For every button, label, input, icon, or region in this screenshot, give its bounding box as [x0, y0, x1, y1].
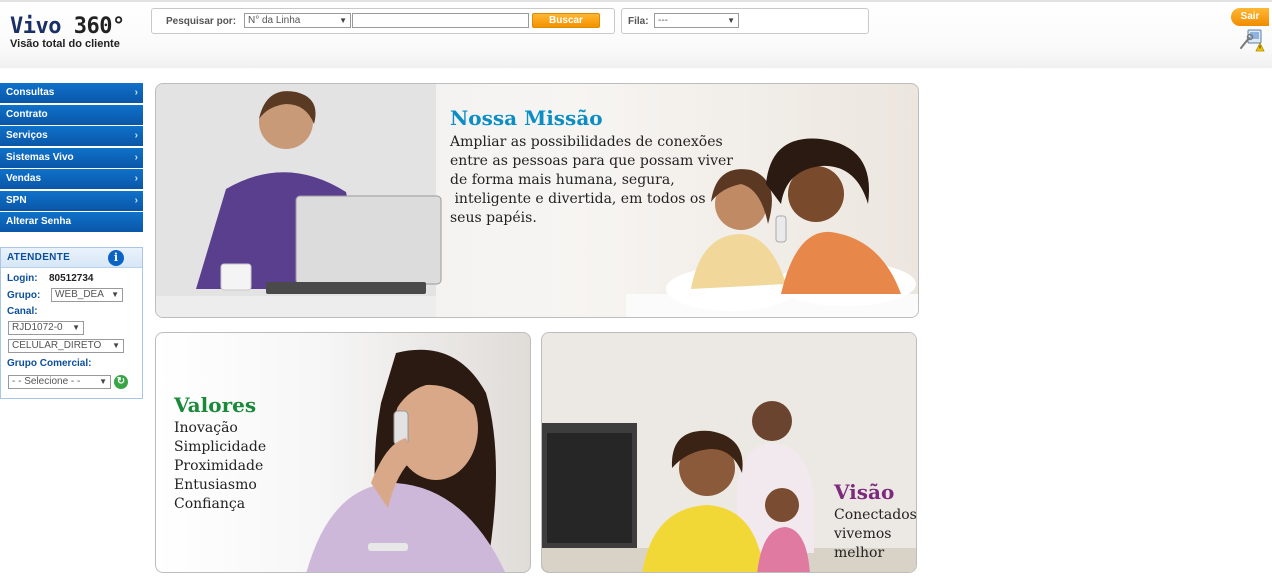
queue-select[interactable]: --- ▼ [654, 13, 739, 28]
values-item: Entusiasmo [174, 477, 257, 493]
commercial-group-value: - - Selecione - - [12, 376, 81, 387]
mission-line: entre as pessoas para que possam viver [450, 153, 733, 169]
info-icon[interactable]: i [108, 250, 124, 266]
chevron-right-icon: › [134, 151, 138, 163]
chevron-down-icon: ▼ [112, 341, 120, 350]
values-item: Confiança [174, 496, 246, 512]
channel-type-select[interactable]: CELULAR_DIRETO ▼ [8, 339, 124, 353]
login-label: Login: [7, 273, 38, 284]
sidebar-item-contrato[interactable]: Contrato [0, 104, 143, 125]
search-label: Pesquisar por: [166, 16, 237, 27]
brand-number: 360° [73, 14, 125, 39]
values-item: Proximidade [174, 458, 264, 474]
mission-text: Ampliar as possibilidades de conexões en… [450, 133, 750, 228]
group-label: Grupo: [7, 290, 41, 301]
sidebar-item-servicos[interactable]: Serviços › [0, 126, 143, 146]
sidebar-item-label: SPN [6, 194, 27, 206]
sidebar-item-label: Consultas [6, 87, 55, 98]
sidebar-item-vendas[interactable]: Vendas › [0, 169, 143, 189]
sidebar-item-label: Serviços [6, 130, 48, 141]
queue-bar: Fila: --- ▼ [621, 8, 869, 34]
channel-code-value: RJD1072-0 [12, 322, 63, 333]
sidebar-item-label: Vendas [6, 173, 42, 184]
page: Vivo 360° Visão total do cliente Pesquis… [0, 0, 1272, 583]
chevron-down-icon: ▼ [111, 290, 119, 299]
sidebar-item-sistemas-vivo[interactable]: Sistemas Vivo › [0, 147, 143, 168]
brand-word: Vivo [10, 14, 61, 39]
chevron-down-icon: ▼ [339, 16, 347, 25]
vision-title: Visão [834, 480, 895, 504]
values-title: Valores [174, 393, 257, 417]
search-type-value: N° da Linha [248, 15, 301, 26]
sidebar-item-consultas[interactable]: Consultas › [0, 83, 143, 103]
tools-warning-icon[interactable] [1238, 28, 1266, 52]
chevron-down-icon: ▼ [99, 377, 107, 386]
vision-line: Conectados [834, 507, 917, 523]
vision-text: Conectados vivemos melhor [834, 506, 917, 563]
values-list: Inovação Simplicidade Proximidade Entusi… [174, 419, 266, 514]
sidebar-item-alterar-senha[interactable]: Alterar Senha [0, 212, 143, 232]
chevron-down-icon: ▼ [72, 323, 80, 332]
mission-title: Nossa Missão [450, 106, 603, 130]
chevron-right-icon: › [134, 87, 138, 98]
group-value: WEB_DEA [55, 289, 104, 300]
brand-name: Vivo 360° [10, 14, 125, 40]
attendant-title: ATENDENTE [7, 252, 71, 263]
chevron-right-icon: › [134, 194, 138, 206]
sidebar-item-spn[interactable]: SPN › [0, 190, 143, 211]
group-select[interactable]: WEB_DEA ▼ [51, 288, 123, 302]
commercial-group-select[interactable]: - - Selecione - - ▼ [8, 375, 111, 389]
attendant-header: ATENDENTE i [1, 248, 142, 268]
mission-line: inteligente e divertida, em todos os [450, 191, 706, 207]
queue-value: --- [658, 15, 668, 26]
mission-banner: Nossa Missão Ampliar as possibilidades d… [155, 83, 919, 318]
channel-type-value: CELULAR_DIRETO [12, 340, 102, 351]
sidebar-item-label: Alterar Senha [6, 216, 72, 227]
vision-line: melhor [834, 545, 885, 561]
values-banner: Valores Inovação Simplicidade Proximidad… [155, 332, 531, 573]
brand-logo: Vivo 360° Visão total do cliente [10, 14, 125, 50]
vision-banner: Visão Conectados vivemos melhor [541, 332, 917, 573]
header-bar: Vivo 360° Visão total do cliente Pesquis… [0, 0, 1272, 68]
mission-line: seus papéis. [450, 210, 537, 226]
search-button[interactable]: Buscar [532, 13, 600, 28]
chevron-down-icon: ▼ [727, 16, 735, 25]
values-item: Simplicidade [174, 439, 267, 455]
search-input[interactable] [352, 13, 529, 28]
sidebar-item-label: Contrato [6, 108, 48, 120]
channel-label: Canal: [7, 306, 38, 317]
login-value: 80512734 [49, 273, 94, 284]
attendant-panel: ATENDENTE i Login: 80512734 Grupo: WEB_D… [0, 247, 143, 399]
chevron-right-icon: › [134, 173, 138, 184]
search-bar: Pesquisar por: N° da Linha ▼ Buscar [151, 8, 615, 34]
mission-line: Ampliar as possibilidades de conexões [450, 134, 723, 150]
logout-button[interactable]: Sair [1231, 8, 1269, 26]
queue-label: Fila: [628, 16, 649, 27]
commercial-group-label: Grupo Comercial: [7, 358, 92, 369]
values-item: Inovação [174, 420, 238, 436]
channel-code-select[interactable]: RJD1072-0 ▼ [8, 321, 84, 335]
mission-line: de forma mais humana, segura, [450, 172, 675, 188]
vision-line: vivemos [834, 526, 892, 542]
brand-subtitle: Visão total do cliente [10, 38, 120, 50]
chevron-right-icon: › [134, 130, 138, 141]
sidebar-item-label: Sistemas Vivo [6, 151, 74, 163]
sidebar-menu: Consultas › Contrato Serviços › Sistemas V… [0, 83, 143, 234]
search-type-select[interactable]: N° da Linha ▼ [244, 13, 351, 28]
refresh-icon[interactable]: ↻ [114, 375, 128, 389]
